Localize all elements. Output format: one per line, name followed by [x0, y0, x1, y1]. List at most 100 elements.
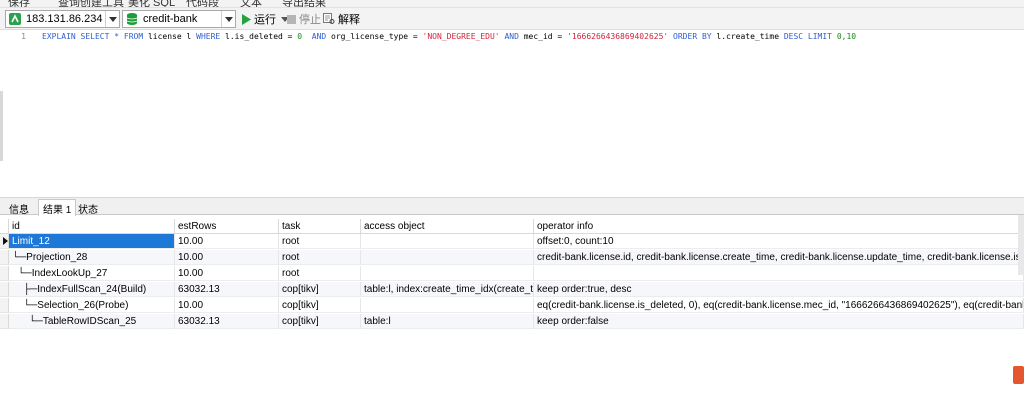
run-button[interactable]: 运行	[241, 11, 292, 27]
tab-info[interactable]: 信息	[5, 200, 33, 216]
sql-keyword: DESC LIMIT	[783, 32, 832, 41]
cell-operator-info[interactable]: offset:0, count:10	[534, 234, 1024, 249]
chevron-down-icon[interactable]	[105, 11, 119, 27]
row-header[interactable]	[0, 282, 9, 297]
sql-string: 'NON_DEGREE_EDU'	[422, 32, 500, 41]
cell-id[interactable]: └─Projection_28	[9, 250, 175, 265]
cell-access-object[interactable]: table:l	[361, 314, 534, 329]
sql-text-part: org_license_type =	[326, 32, 423, 41]
sql-text-part: l.create_time	[711, 32, 784, 41]
database-value: credit-bank	[143, 13, 198, 25]
column-header-access-object[interactable]: access object	[361, 219, 534, 234]
text-button[interactable]: 文本	[240, 0, 262, 7]
beautify-sql-button[interactable]: 美化 SQL	[128, 0, 175, 7]
top-toolbar: 保存 查询创建工具 美化 SQL 代码段 文本 导出结果	[0, 0, 1024, 8]
cell-id[interactable]: └─TableRowIDScan_25	[9, 314, 175, 329]
code-snippet-button[interactable]: 代码段	[186, 0, 219, 7]
column-header-task[interactable]: task	[279, 219, 361, 234]
cell-task[interactable]: root	[279, 250, 361, 265]
cell-access-object[interactable]	[361, 234, 534, 249]
cell-id[interactable]: └─Selection_26(Probe)	[9, 298, 175, 313]
stop-icon	[287, 14, 296, 24]
cell-task[interactable]: root	[279, 234, 361, 249]
sql-number: 0,10	[836, 32, 857, 41]
column-header-operator-info[interactable]: operator info	[534, 219, 1024, 234]
run-label: 运行	[254, 14, 276, 26]
cell-access-object[interactable]	[361, 250, 534, 265]
line-number: 1	[21, 32, 26, 41]
cell-estrows[interactable]: 10.00	[175, 250, 279, 265]
row-header[interactable]	[0, 250, 9, 265]
result-tabs: 信息 结果 1 状态	[0, 197, 1024, 216]
sql-keyword: WHERE	[196, 32, 221, 41]
cell-id[interactable]: ├─IndexFullScan_24(Build)	[9, 282, 175, 297]
tab-result-1[interactable]: 结果 1	[38, 199, 77, 216]
column-header-id[interactable]: id	[9, 219, 175, 234]
connection-value: 183.131.86.234	[26, 13, 103, 25]
connection-toolbar: 183.131.86.234 credit-bank 运行 停止 解释	[0, 8, 1024, 30]
sql-text-part	[302, 32, 312, 41]
sql-keyword: AND	[504, 32, 519, 41]
cell-task[interactable]: cop[tikv]	[279, 314, 361, 329]
row-header[interactable]	[0, 266, 9, 281]
cell-operator-info[interactable]	[534, 266, 1024, 281]
row-header[interactable]	[0, 234, 9, 249]
cell-access-object[interactable]: table:l, index:create_time_idx(create_ti…	[361, 282, 534, 297]
table-row[interactable]: ├─IndexFullScan_24(Build) 63032.13 cop[t…	[0, 282, 1024, 297]
table-row[interactable]: └─Selection_26(Probe) 10.00 cop[tikv] eq…	[0, 298, 1024, 313]
connection-select[interactable]: 183.131.86.234	[5, 10, 120, 28]
editor-scroll-indicator	[0, 91, 3, 161]
cell-operator-info[interactable]: keep order:true, desc	[534, 282, 1024, 297]
sql-text-part: l.is_deleted =	[220, 32, 298, 41]
cell-estrows[interactable]: 10.00	[175, 266, 279, 281]
stop-button[interactable]: 停止	[287, 11, 321, 27]
chevron-down-icon[interactable]	[221, 11, 235, 27]
sql-keyword: ORDER BY	[673, 32, 712, 41]
grid-corner	[0, 219, 9, 234]
cell-id[interactable]: Limit_12	[9, 234, 175, 249]
cell-access-object[interactable]	[361, 266, 534, 281]
cell-estrows[interactable]: 63032.13	[175, 314, 279, 329]
table-row[interactable]: Limit_12 10.00 root offset:0, count:10	[0, 234, 1024, 249]
row-header[interactable]	[0, 314, 9, 329]
sql-string: '1666266436869402625'	[567, 32, 669, 41]
tab-status[interactable]: 状态	[74, 200, 102, 216]
cell-access-object[interactable]	[361, 298, 534, 313]
explain-button[interactable]: 解释	[323, 11, 360, 27]
result-grid[interactable]: id estRows task access object operator i…	[0, 219, 1024, 399]
sql-text[interactable]: EXPLAIN SELECT * FROM license l WHERE l.…	[42, 32, 856, 41]
sql-editor[interactable]: 1 EXPLAIN SELECT * FROM license l WHERE …	[0, 31, 1024, 197]
row-header[interactable]	[0, 298, 9, 313]
cell-task[interactable]: root	[279, 266, 361, 281]
cell-task[interactable]: cop[tikv]	[279, 282, 361, 297]
cell-operator-info[interactable]: keep order:false	[534, 314, 1024, 329]
vertical-scrollbar[interactable]	[1018, 215, 1024, 275]
database-select[interactable]: credit-bank	[122, 10, 236, 28]
cell-operator-info[interactable]: eq(credit-bank.license.is_deleted, 0), e…	[534, 298, 1024, 313]
line-number-gutter: 1	[0, 31, 30, 197]
explain-icon	[323, 13, 335, 24]
cell-task[interactable]: cop[tikv]	[279, 298, 361, 313]
table-row[interactable]: └─TableRowIDScan_25 63032.13 cop[tikv] t…	[0, 314, 1024, 329]
column-header-estrows[interactable]: estRows	[175, 219, 279, 234]
table-row[interactable]: └─Projection_28 10.00 root credit-bank.l…	[0, 250, 1024, 265]
table-row[interactable]: └─IndexLookUp_27 10.00 root	[0, 266, 1024, 281]
export-results-button[interactable]: 导出结果	[282, 0, 326, 7]
sql-keyword: EXPLAIN SELECT * FROM	[42, 32, 144, 41]
cell-estrows[interactable]: 10.00	[175, 234, 279, 249]
cell-estrows[interactable]: 63032.13	[175, 282, 279, 297]
app-logo-icon	[1013, 366, 1024, 384]
database-icon	[125, 12, 139, 26]
save-button[interactable]: 保存	[8, 0, 30, 7]
sql-keyword: AND	[311, 32, 327, 41]
cell-estrows[interactable]: 10.00	[175, 298, 279, 313]
explain-label: 解释	[338, 14, 360, 26]
connection-icon	[8, 12, 22, 26]
sql-text-part: mec_id =	[518, 32, 568, 41]
cell-operator-info[interactable]: credit-bank.license.id, credit-bank.lice…	[534, 250, 1024, 265]
play-icon	[242, 13, 251, 25]
current-row-icon	[3, 237, 8, 245]
cell-id[interactable]: └─IndexLookUp_27	[9, 266, 175, 281]
query-builder-button[interactable]: 查询创建工具	[58, 0, 124, 7]
sql-text-part: license l	[143, 32, 197, 41]
